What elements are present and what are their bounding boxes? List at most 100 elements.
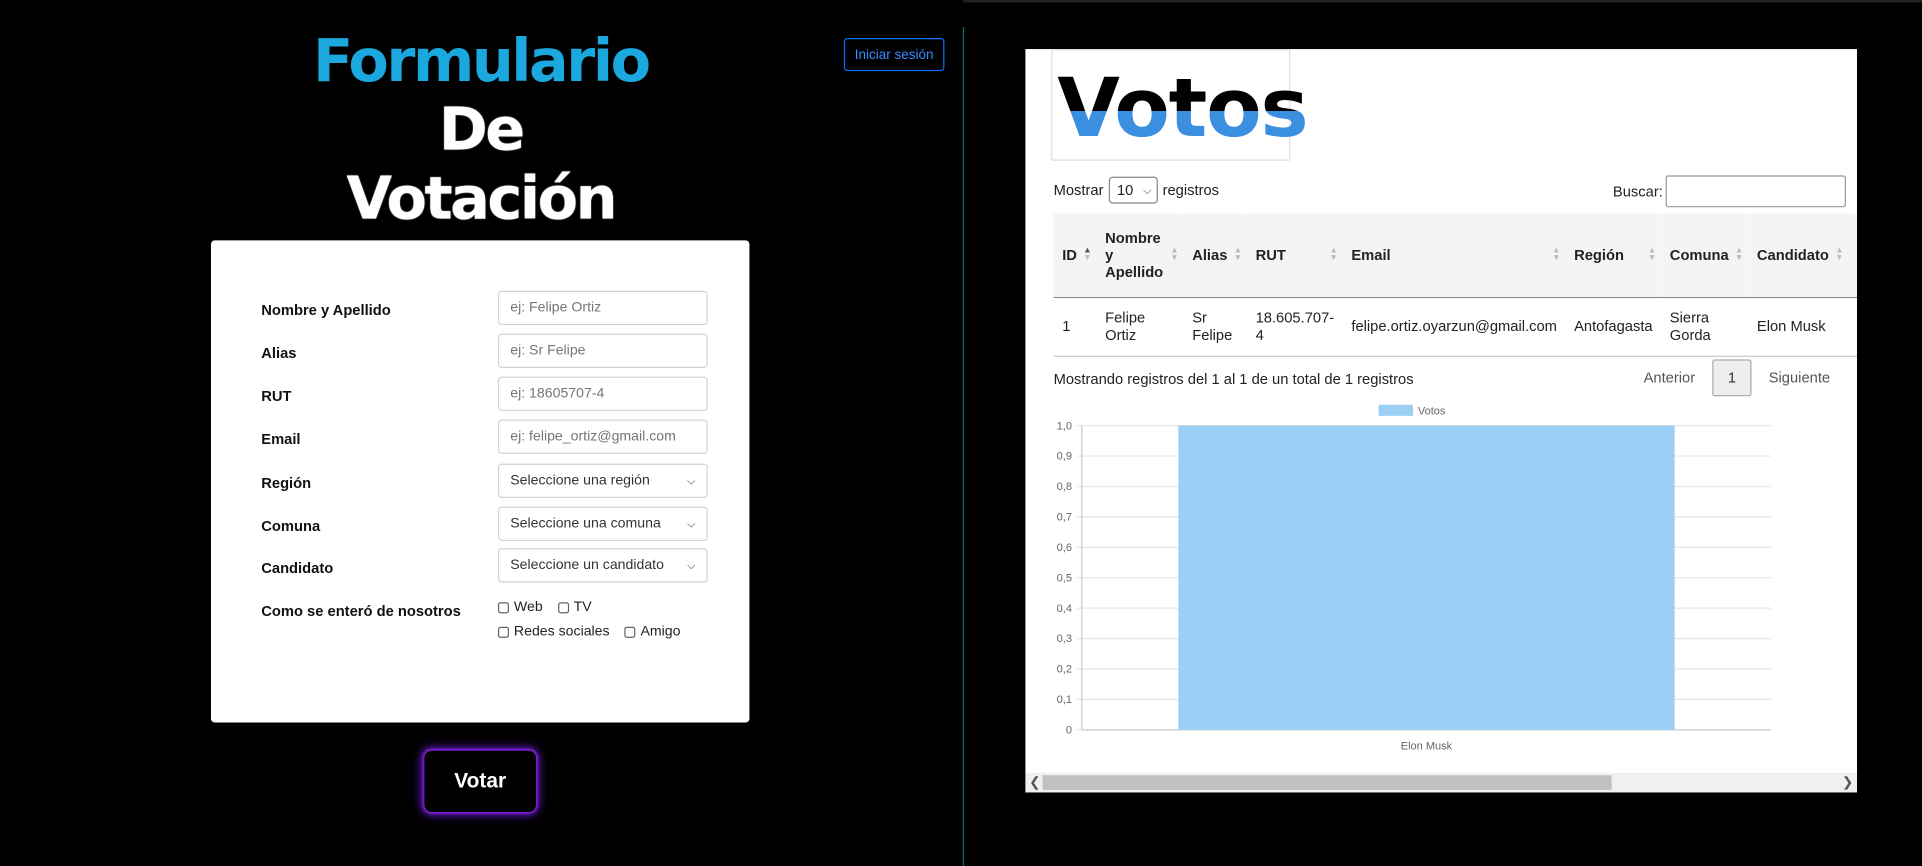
checkbox-label: Amigo <box>640 624 681 640</box>
name-row: Nombre y Apellido <box>261 290 708 336</box>
records-label: registros <box>1162 181 1220 199</box>
table-cell: 1 <box>1053 296 1097 357</box>
scroll-right-icon[interactable]: ❯ <box>1842 773 1853 793</box>
votos-title: Votos <box>1057 61 1308 156</box>
scroll-left-icon[interactable]: ❮ <box>1029 773 1040 793</box>
y-tick-label: 0 <box>1066 725 1072 737</box>
sort-icon: ▲ ▼ <box>1329 246 1338 263</box>
page-length: Mostrar 10 ⌵ registros <box>1053 176 1220 204</box>
column-header-label: ID <box>1062 246 1077 264</box>
alias-field[interactable] <box>497 333 708 368</box>
checkbox-label: Web <box>513 599 543 615</box>
votes-chart: 0 0,1 0,2 0,3 0,4 0,5 0,6 0,7 0,8 0,9 1,0 Elon Musk… <box>1057 404 1772 752</box>
votes-panel: Votos Mostrar 10 ⌵ registros Buscar: ID ▲ ▼… <box>1025 49 1857 793</box>
column-header-candidate[interactable]: Candidato ▲ ▼ <box>1748 213 1849 298</box>
candidate-select[interactable]: Seleccione un candidato ⌵ <box>497 548 708 583</box>
column-header-label: Email <box>1351 246 1391 264</box>
y-tick-label: 0,1 <box>1057 694 1072 706</box>
checkbox-box[interactable] <box>497 626 510 638</box>
prev-page-button[interactable]: Anterior <box>1644 369 1696 386</box>
column-header-more[interactable]: F v <box>1848 213 1857 298</box>
login-button[interactable]: Iniciar sesión <box>843 38 945 72</box>
y-tick-label: 0,6 <box>1057 542 1072 554</box>
next-page-button[interactable]: Siguiente <box>1769 369 1830 386</box>
table-cell: Felipe Ortiz <box>1096 296 1184 357</box>
email-field[interactable] <box>497 419 708 454</box>
name-label: Nombre y Apellido <box>261 301 391 319</box>
rut-field[interactable] <box>497 376 708 411</box>
name-field[interactable] <box>497 290 708 326</box>
search-label: Buscar: <box>1612 182 1663 200</box>
title-line-2: De <box>438 95 525 165</box>
pagination: Anterior 1 Siguiente <box>1644 359 1830 397</box>
column-header-name[interactable]: Nombre y Apellido ▲ ▼ <box>1096 213 1184 298</box>
email-row: Email <box>261 419 708 465</box>
legend-label: Votos <box>1418 406 1446 418</box>
candidate-select-value: Seleccione un candidato <box>510 558 664 573</box>
chevron-down-icon: ⌵ <box>687 559 696 572</box>
table-cell: Elon Musk <box>1748 296 1849 357</box>
column-header-alias[interactable]: Alias ▲ ▼ <box>1183 213 1248 298</box>
table-cell: 18.605.707-4 <box>1247 296 1343 357</box>
page-title: Formulario De Votación <box>211 27 751 233</box>
sort-icon: ▲ ▼ <box>1233 246 1243 263</box>
region-select-value: Seleccione una región <box>510 473 650 489</box>
comuna-row: Comuna Seleccione una comuna ⌵ <box>261 506 708 552</box>
page-size-value: 10 <box>1116 181 1134 199</box>
comuna-select[interactable]: Seleccione una comuna ⌵ <box>497 506 708 541</box>
sort-icon: ▲ ▼ <box>1734 246 1744 263</box>
column-header-label: RUT <box>1255 246 1286 264</box>
scrollbar-thumb[interactable] <box>1042 775 1612 790</box>
x-tick-label: Elon Musk <box>1401 740 1453 752</box>
column-header-rut[interactable]: RUT ▲ ▼ <box>1247 213 1343 298</box>
chevron-down-icon: ⌵ <box>687 474 696 487</box>
region-select[interactable]: Seleccione una región ⌵ <box>497 463 708 499</box>
top-divider <box>962 0 1922 3</box>
candidate-label: Candidato <box>261 559 334 577</box>
bar <box>1178 425 1675 730</box>
column-header-label: Región <box>1574 246 1624 264</box>
show-label: Mostrar <box>1053 181 1104 199</box>
checkbox-tv[interactable]: TV <box>557 595 592 620</box>
horizontal-scrollbar[interactable]: ❮ ❯ <box>1025 772 1857 793</box>
table-cell: Antofagasta <box>1565 296 1662 357</box>
checkbox-box[interactable] <box>557 601 569 613</box>
page-size-select[interactable]: 10 ⌵ <box>1108 176 1158 204</box>
search-input[interactable] <box>1665 175 1846 208</box>
table-cell: S <box>1848 296 1857 357</box>
region-row: Región Seleccione una región ⌵ <box>261 463 708 509</box>
table-header-row: ID ▲ ▼ Nombre y Apellido ▲ ▼ Alias ▲ ▼ RUT ▲ ▼ E… <box>1053 213 1857 298</box>
checkbox-redes[interactable]: Redes sociales <box>497 619 610 644</box>
checkbox-box[interactable] <box>497 601 510 613</box>
y-tick-label: 0,9 <box>1057 451 1072 463</box>
y-tick-label: 0,5 <box>1057 572 1072 584</box>
vote-button[interactable]: Votar <box>424 750 537 813</box>
sort-icon: ▲ ▼ <box>1552 246 1561 263</box>
sort-icon: ▲ ▼ <box>1083 246 1092 263</box>
candidate-row: Candidato Seleccione un candidato ⌵ <box>261 548 708 593</box>
column-header-comuna[interactable]: Comuna ▲ ▼ <box>1661 213 1749 298</box>
legend-swatch <box>1378 404 1413 416</box>
column-header-email[interactable]: Email ▲ ▼ <box>1342 213 1566 298</box>
column-header-label: Alias <box>1192 246 1228 264</box>
checkbox-amigo[interactable]: Amigo <box>624 619 681 644</box>
y-tick-label: 0,8 <box>1057 481 1072 493</box>
current-page-button[interactable]: 1 <box>1712 359 1752 397</box>
sort-icon: ▲ ▼ <box>1835 246 1844 263</box>
checkbox-box[interactable] <box>624 626 636 638</box>
checkbox-label: Redes sociales <box>513 624 610 640</box>
region-label: Región <box>261 474 312 492</box>
votes-table: ID ▲ ▼ Nombre y Apellido ▲ ▼ Alias ▲ ▼ RUT ▲ ▼ E… <box>1053 213 1857 357</box>
column-header-id[interactable]: ID ▲ ▼ <box>1053 213 1097 298</box>
alias-row: Alias <box>261 333 708 379</box>
checkbox-web[interactable]: Web <box>497 595 543 620</box>
y-tick-label: 0,4 <box>1057 603 1072 615</box>
source-row: Como se enteró de nosotros Web TV Redes … <box>261 600 707 663</box>
title-line-3: Votación <box>346 164 618 234</box>
y-tick-label: 0,2 <box>1057 664 1072 676</box>
table-search: Buscar: <box>1612 175 1846 208</box>
alias-label: Alias <box>261 344 297 362</box>
y-tick-label: 1,0 <box>1057 420 1072 432</box>
checkbox-label: TV <box>573 599 592 615</box>
column-header-region[interactable]: Región ▲ ▼ <box>1565 213 1662 298</box>
